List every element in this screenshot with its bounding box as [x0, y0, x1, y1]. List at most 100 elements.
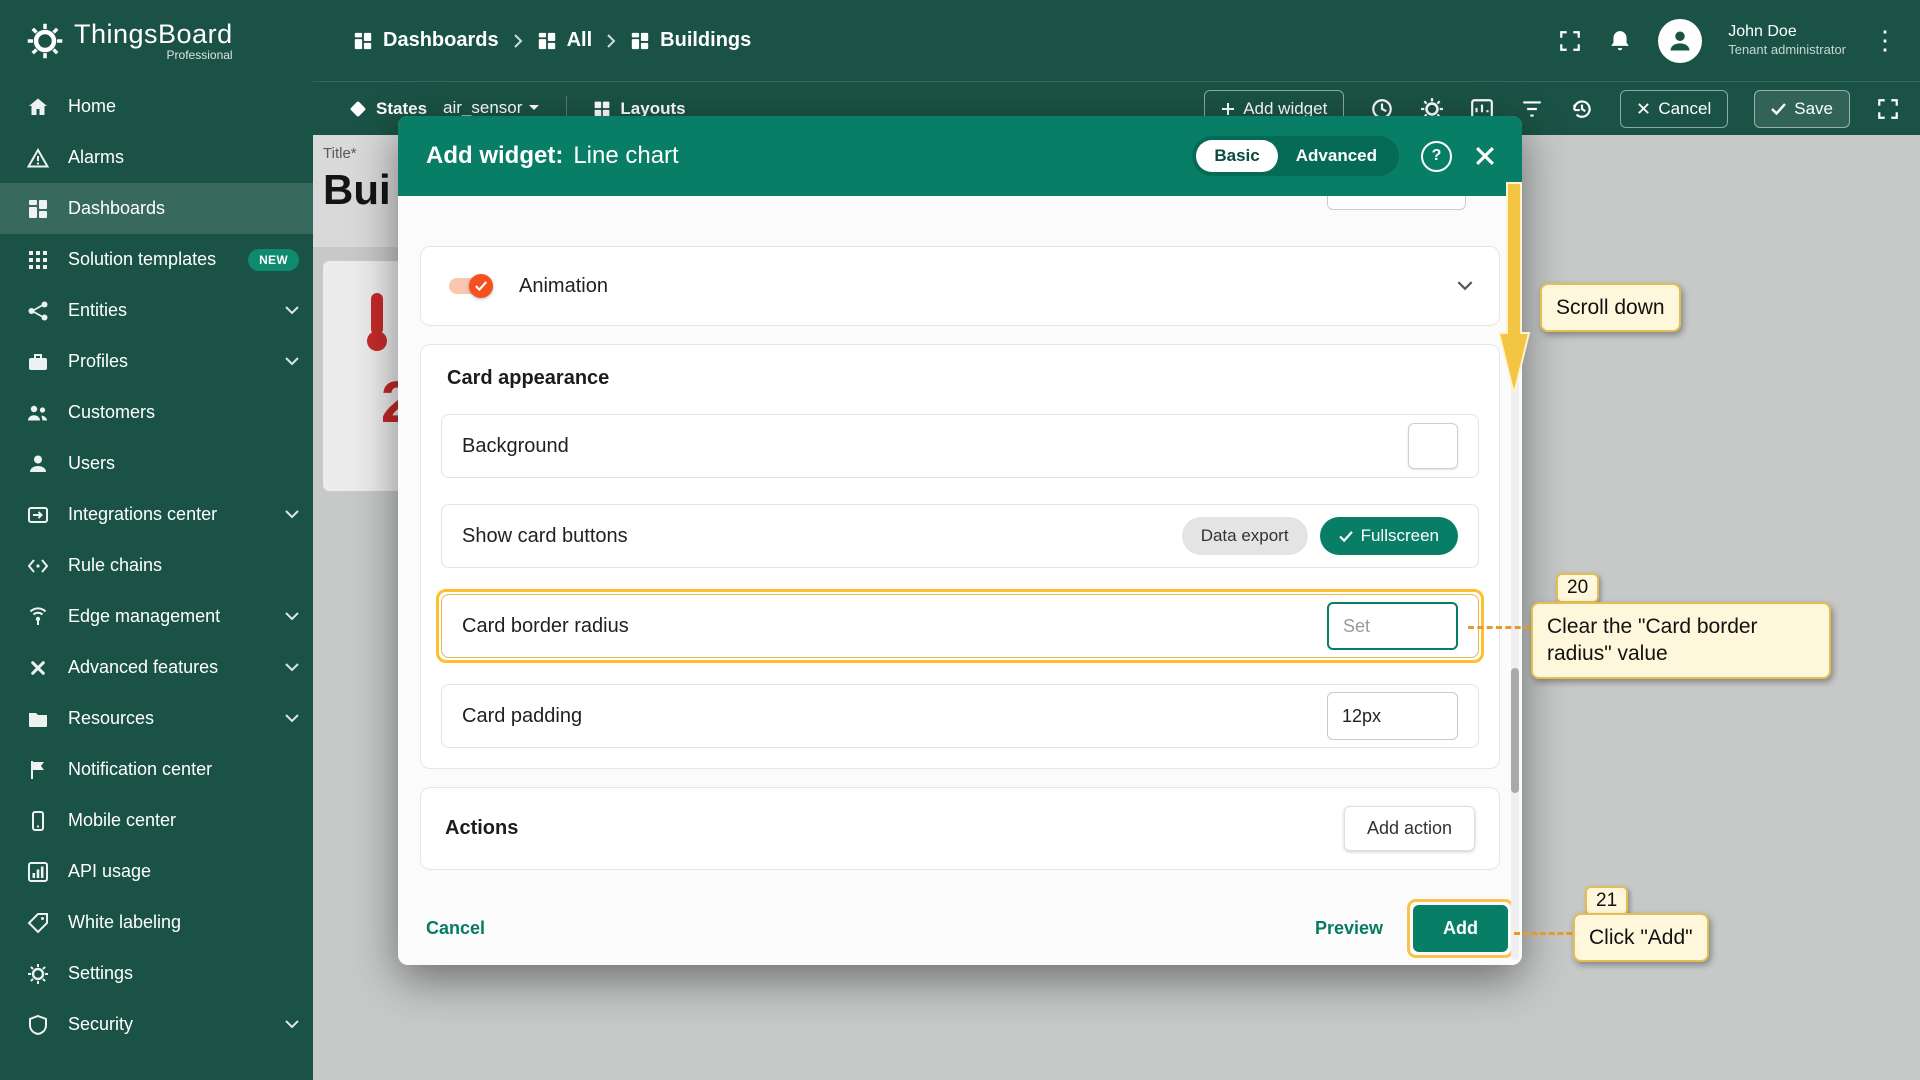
- breadcrumb-all[interactable]: All: [537, 29, 593, 52]
- user-icon: [26, 453, 50, 475]
- expand-fullscreen-icon[interactable]: [1876, 97, 1900, 121]
- dialog-body: Animation Card appearance Background Sho…: [398, 196, 1522, 965]
- sidebar-item-rule-chains[interactable]: Rule chains: [0, 540, 313, 591]
- top-bar: ThingsBoard Professional Dashboards All …: [0, 0, 1920, 81]
- solution-templates-icon: [26, 249, 50, 271]
- brand-name: ThingsBoard: [74, 19, 233, 50]
- check-icon: [1339, 531, 1353, 542]
- background-color-swatch[interactable]: [1408, 423, 1458, 469]
- user-avatar[interactable]: [1658, 19, 1702, 63]
- user-info: John Doe Tenant administrator: [1728, 22, 1846, 58]
- sidebar-item-notification-center[interactable]: Notification center: [0, 744, 313, 795]
- add-action-button[interactable]: Add action: [1344, 806, 1475, 851]
- chevron-down-icon: [528, 104, 540, 112]
- card-appearance-section: Card appearance Background Show card but…: [420, 344, 1500, 769]
- actions-heading: Actions: [445, 817, 518, 840]
- animation-label: Animation: [519, 275, 608, 298]
- plus-icon: [1221, 102, 1235, 116]
- dashboard-grid-icon: [537, 31, 557, 51]
- card-border-radius-row: Card border radius: [441, 594, 1479, 658]
- breadcrumb-separator-icon: [606, 33, 616, 49]
- api-usage-icon: [26, 861, 50, 883]
- dialog-header: Add widget: Line chart Basic Advanced: [398, 116, 1522, 196]
- dialog-add-button[interactable]: Add: [1413, 905, 1508, 952]
- step-20-badge: 20: [1556, 573, 1599, 603]
- actions-section: Actions Add action: [420, 787, 1500, 870]
- flag-icon: [26, 759, 50, 781]
- scrollbar-thumb[interactable]: [1511, 668, 1519, 793]
- app-logo[interactable]: ThingsBoard Professional: [0, 19, 313, 62]
- sidebar-item-alarms[interactable]: Alarms: [0, 132, 313, 183]
- integrations-icon: [26, 504, 50, 526]
- show-card-buttons-row: Show card buttons Data export Fullscreen: [441, 504, 1479, 568]
- notifications-bell-icon[interactable]: [1608, 29, 1632, 53]
- fullscreen-icon[interactable]: [1558, 29, 1582, 53]
- sidebar-item-mobile-center[interactable]: Mobile center: [0, 795, 313, 846]
- sidebar-item-entities[interactable]: Entities: [0, 285, 313, 336]
- animation-section: Animation: [420, 246, 1500, 326]
- tab-advanced[interactable]: Advanced: [1278, 140, 1395, 172]
- version-history-icon[interactable]: [1570, 97, 1594, 121]
- sidebar-item-solution-templates[interactable]: Solution templates NEW: [0, 234, 313, 285]
- dashboards-icon: [26, 198, 50, 220]
- dialog-close-icon[interactable]: [1474, 145, 1496, 167]
- sidebar-item-home[interactable]: Home: [0, 81, 313, 132]
- user-role: Tenant administrator: [1728, 42, 1846, 58]
- step-21-badge: 21: [1585, 886, 1628, 916]
- sidebar-item-white-labeling[interactable]: White labeling: [0, 897, 313, 948]
- user-name: John Doe: [1728, 22, 1846, 42]
- shield-icon: [26, 1014, 50, 1036]
- preview-button[interactable]: Preview: [1303, 910, 1395, 947]
- folder-icon: [26, 708, 50, 730]
- scroll-down-arrow: [1498, 182, 1530, 396]
- chevron-down-icon: [285, 510, 299, 519]
- alarm-triangle-icon: [26, 147, 50, 169]
- sidebar-item-settings[interactable]: Settings: [0, 948, 313, 999]
- sidebar-item-integrations-center[interactable]: Integrations center: [0, 489, 313, 540]
- breadcrumb-dashboards[interactable]: Dashboards: [353, 29, 499, 52]
- card-appearance-heading: Card appearance: [441, 359, 1479, 390]
- chevron-down-icon: [285, 306, 299, 315]
- chevron-down-icon: [285, 663, 299, 672]
- sidebar-item-edge-management[interactable]: Edge management: [0, 591, 313, 642]
- sidebar-item-security[interactable]: Security: [0, 999, 313, 1050]
- help-icon[interactable]: [1421, 141, 1452, 172]
- breadcrumb-buildings[interactable]: Buildings: [630, 29, 751, 52]
- chevron-down-icon: [285, 612, 299, 621]
- step-20-note: Clear the "Card border radius" value: [1531, 602, 1831, 679]
- sidebar-item-api-usage[interactable]: API usage: [0, 846, 313, 897]
- customers-icon: [26, 402, 50, 424]
- states-icon: [349, 100, 367, 118]
- dialog-cancel-button[interactable]: Cancel: [426, 910, 497, 947]
- tab-basic[interactable]: Basic: [1196, 140, 1277, 172]
- settings-mode-toggle: Basic Advanced: [1192, 136, 1399, 176]
- cancel-edit-button[interactable]: Cancel: [1620, 90, 1728, 128]
- save-button[interactable]: Save: [1754, 90, 1850, 128]
- sidebar-item-users[interactable]: Users: [0, 438, 313, 489]
- dashboard-grid-icon: [353, 31, 373, 51]
- filters-icon[interactable]: [1520, 97, 1544, 121]
- home-icon: [26, 96, 50, 118]
- layouts-icon: [593, 100, 611, 118]
- data-export-chip[interactable]: Data export: [1182, 517, 1308, 555]
- card-padding-input[interactable]: [1327, 692, 1458, 740]
- collapse-chevron-icon[interactable]: [1457, 281, 1473, 291]
- sidebar-item-resources[interactable]: Resources: [0, 693, 313, 744]
- scrolled-input-sliver: [1327, 196, 1466, 210]
- sidebar-item-profiles[interactable]: Profiles: [0, 336, 313, 387]
- background-row: Background: [441, 414, 1479, 478]
- sidebar-item-customers[interactable]: Customers: [0, 387, 313, 438]
- new-badge: NEW: [248, 249, 299, 271]
- sidebar-item-dashboards[interactable]: Dashboards: [0, 183, 313, 234]
- chevron-down-icon: [285, 714, 299, 723]
- card-border-radius-input[interactable]: [1327, 602, 1458, 650]
- kebab-menu-icon[interactable]: [1872, 25, 1898, 56]
- dialog-footer: Cancel Preview Add: [398, 900, 1522, 956]
- profiles-icon: [26, 351, 50, 373]
- entities-icon: [26, 300, 50, 322]
- sidebar-item-advanced-features[interactable]: Advanced features: [0, 642, 313, 693]
- fullscreen-chip[interactable]: Fullscreen: [1320, 517, 1458, 555]
- label-tag-icon: [26, 912, 50, 934]
- check-icon: [1771, 103, 1786, 115]
- animation-toggle[interactable]: [447, 274, 493, 298]
